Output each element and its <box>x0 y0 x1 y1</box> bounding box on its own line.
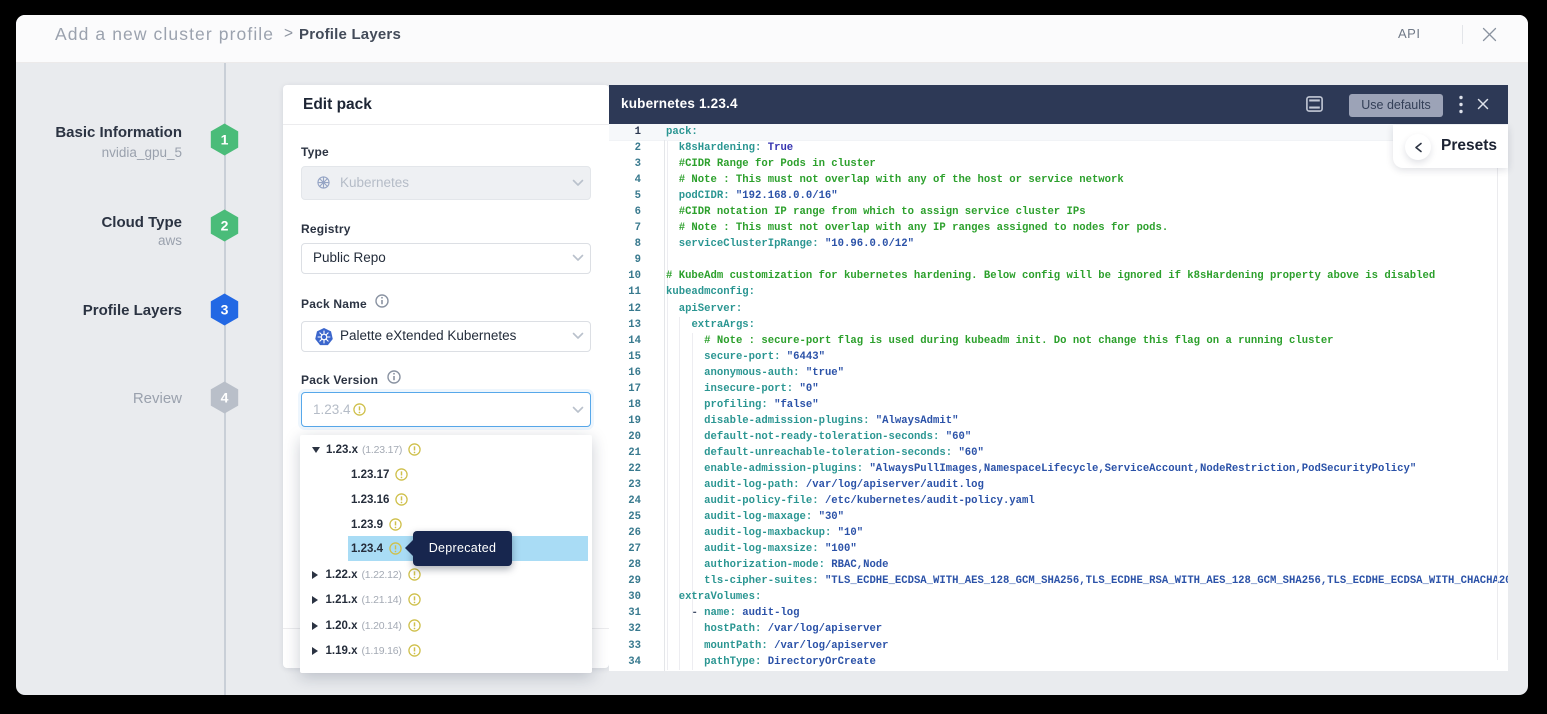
svg-text:1: 1 <box>221 132 229 148</box>
svg-text:3: 3 <box>221 302 229 318</box>
svg-text:4: 4 <box>221 390 229 406</box>
svg-text:2: 2 <box>221 218 229 234</box>
